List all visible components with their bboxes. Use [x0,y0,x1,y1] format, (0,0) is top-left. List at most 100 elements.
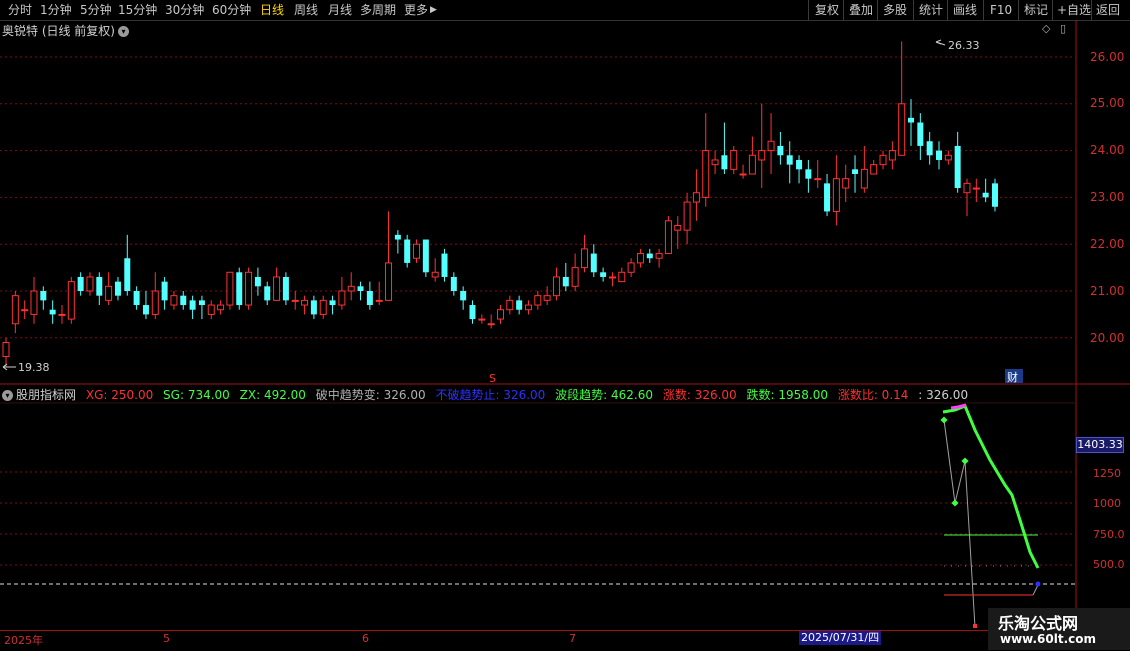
watermark-url: www.60lt.com [1000,632,1097,646]
indicator-y-tick: 500.0 [1093,558,1125,571]
candle-body [487,323,495,326]
candle-body [96,276,103,296]
candle-body [888,150,896,161]
candle-body [264,286,271,301]
candle-body [151,290,159,315]
candle-body [114,281,121,296]
zigzag-line [943,419,976,628]
y-tick: 20.00 [1090,331,1125,345]
candle-body [217,304,225,311]
candle-body [814,178,822,181]
candle-body [207,304,215,315]
candle-body [441,253,448,277]
candle-body [347,285,355,292]
candle-body [842,178,850,189]
candle-body [254,276,261,287]
candle-body [805,169,812,179]
candle-body [739,173,747,176]
indicator-lines [940,403,1041,628]
level-line [1032,584,1039,596]
candle-body [721,155,728,170]
candle-body [142,305,149,315]
indicator-value-zs: 涨数: 326.00 [662,388,737,402]
candle-body [963,182,971,194]
signal-point [1035,581,1041,587]
indicator-grid [0,471,1076,585]
candle-body [786,155,793,165]
indicator-value-bdqs: 波段趋势: 462.60 [555,388,653,402]
indicator-value-last: : 326.00 [918,388,969,402]
indicator-value-zx: ZX: 492.00 [239,388,306,402]
candle-body [571,267,579,287]
finance-marker[interactable]: 财 [1007,370,1018,384]
watermark-logo: 乐淘公式网 www.60lt.com [988,608,1130,650]
candle-body [944,154,952,161]
chevron-down-icon[interactable]: ▾ [2,390,13,401]
candle-body [636,253,644,264]
watermark-title: 乐淘公式网 [998,614,1079,633]
candle-body [534,295,542,306]
candle-body [879,154,887,166]
low-price-label: 19.38 [18,361,50,374]
indicator-y-tick: 1000 [1093,497,1121,510]
candle-body [338,290,346,306]
candle-body [273,276,281,301]
candle-body [460,291,467,301]
indicator-y-tick: 1250 [1093,467,1121,480]
candle-body [917,122,924,146]
candle-body [543,295,551,301]
candle-body [282,276,289,301]
candle-body [496,309,504,320]
candle-body [936,150,942,160]
date-label: 5 [163,632,170,645]
candle-body [674,224,682,231]
candle-body [58,313,66,316]
candle-body [319,299,327,315]
candle-body [124,258,131,291]
candle-body [618,271,626,283]
candle-body [180,295,187,306]
signal-point [973,624,977,628]
candle-body [692,192,700,203]
candle-body [908,117,915,123]
candle-body [30,290,38,315]
indicator-title-row: ▾ 股朋指标网 XG: 250.00 SG: 734.00 ZX: 492.00 … [2,387,974,403]
date-label: 6 [362,632,369,645]
y-tick: 24.00 [1090,143,1125,157]
indicator-value-zsb: 涨数比: 0.14 [837,388,909,402]
indicator-current-value: 1403.33 [1076,437,1124,453]
candle-body [683,201,691,231]
candle-body [552,276,560,297]
candle-body [49,309,56,315]
candle-body [991,183,998,207]
candle-body [291,299,299,302]
candle-body [21,309,29,312]
candle-body [852,169,859,174]
candle-body [824,183,831,212]
candle-body [394,234,401,240]
candle-body [431,271,439,278]
candle-body [748,154,756,175]
y-tick: 23.00 [1090,190,1125,204]
date-label: 7 [569,632,576,645]
candle-body [67,281,75,320]
candle-body [982,192,989,198]
indicator-value-ds: 跌数: 1958.00 [746,388,828,402]
trend-line [942,404,1040,569]
indicator-value-sg: SG: 734.00 [163,388,230,402]
candle-body [562,276,569,287]
candle-body [516,300,523,310]
candle-body [133,291,140,306]
candle-body [898,103,906,156]
candle-body [954,145,961,189]
high-price-label: 26.33 [948,39,980,52]
candle-body [972,187,980,190]
candle-body [702,150,710,198]
candle-body [11,295,19,325]
candle-body [357,286,364,291]
candle-body [590,253,597,273]
candle-body [600,272,607,277]
signal-s-marker[interactable]: S [489,372,496,385]
date-axis: 2025年 5 6 7 2025/07/31/四 [0,630,1076,651]
candle-body [413,243,421,259]
